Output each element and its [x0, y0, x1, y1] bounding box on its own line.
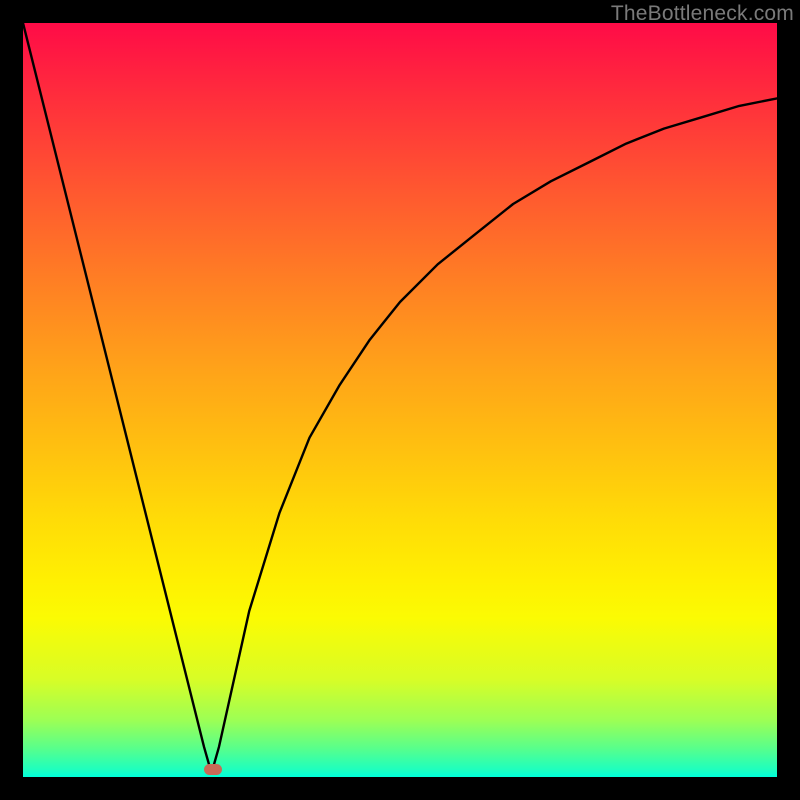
bottleneck-curve	[23, 23, 777, 777]
plot-area	[23, 23, 777, 777]
minimum-marker	[204, 764, 222, 775]
curve-path	[23, 23, 777, 773]
